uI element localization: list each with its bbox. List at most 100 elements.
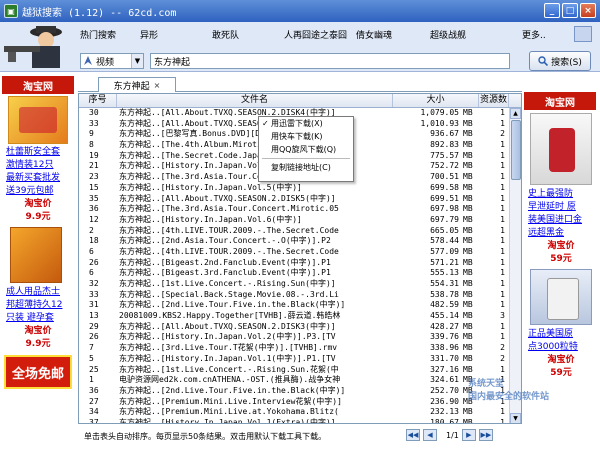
ad-link[interactable]: 远超黑金 [524,227,598,240]
row-size-unit: MB [463,246,473,256]
nav-item-5[interactable]: 超级战舰 [430,28,490,41]
row-source-count: 1 [500,193,505,203]
table-row[interactable]: 31 东方神起..[2nd.Live.Tour.Five.in.the.Black… [79,300,521,311]
row-size-unit: MB [463,108,473,117]
table-row[interactable]: 26 东方神起..[History.In.Japan.Vol.2(中字)].P3.… [79,332,521,343]
column-header-index[interactable]: 序号 [79,94,117,107]
nav-item-4[interactable]: 倩女幽魂 [356,28,430,41]
table-row[interactable]: 7 东方神起..[3rd.Live.Tour.T花絮(中字)].[TVHB].rm… [79,343,521,354]
row-index: 32 [89,279,99,288]
menu-item-flashget-download[interactable]: 用快车下载(K) [259,130,353,143]
search-button[interactable]: 搜索(S) [529,51,591,71]
scroll-thumb[interactable] [511,120,521,180]
scroll-up-icon[interactable]: ▲ [510,108,521,119]
table-row[interactable]: 36 东方神起..[The.3rd.Asia.Tour.Concert.Mirot… [79,204,521,215]
row-source-count: 1 [500,364,505,374]
tab-label: 东方神起 [113,81,150,92]
chevron-down-icon[interactable]: ▼ [131,54,143,68]
ad-link[interactable]: 成人用品杰士 [2,286,74,299]
row-size-unit: MB [463,268,473,278]
ad-image[interactable] [530,269,592,325]
search-input[interactable] [150,53,510,69]
row-filename: 东方神起..[History.In.Japan.Vol.6(中字)] [119,214,302,224]
row-filename: 东方神起..[2nd.Live.Tour.Five.in.the.Black(中… [119,300,346,310]
ad-link[interactable]: 点3000粒特 [524,341,598,354]
row-size-unit: MB [463,193,473,203]
row-source-count: 2 [500,353,505,363]
row-size: 892.83 [430,140,459,150]
row-filename: 东方神起..[History.In.Japan.Vol.1(Extra)(中字)… [119,417,336,424]
prev-page-icon[interactable]: ◀ [423,429,437,441]
nav-item-1[interactable]: 异形 [140,28,212,41]
column-header-filename[interactable]: 文件名 [117,94,393,107]
nav-item-2[interactable]: 敢死队 [212,28,284,41]
row-size: 697.98 [430,204,459,214]
ad-link[interactable]: 早泄延时 原 [524,201,598,214]
table-row[interactable]: 13 20081009.KBS2.Happy.Together[TVHB].薛云道… [79,311,521,322]
ad-link[interactable]: 正品美国原 [524,328,598,341]
ad-link[interactable]: 杜蕾斯安全套 [2,146,74,159]
table-row[interactable]: 5 东方神起..[History.In.Japan.Vol.1(中字)].P1.[… [79,354,521,365]
ad-image[interactable] [530,113,592,185]
menu-item-thunder-download[interactable]: ✓ 用迅雷下载(X) [259,117,353,130]
row-size-unit: MB [463,214,473,224]
more-link[interactable]: 更多.. [522,28,546,41]
table-row[interactable]: 37 东方神起..[History.In.Japan.Vol.1(Extra)(中… [79,417,521,424]
table-row[interactable]: 29 东方神起..[All.About.TVXQ.SEASON.2.DISK3(中… [79,322,521,333]
minimize-button[interactable]: _ [544,3,560,18]
row-size-unit: MB [463,364,473,374]
row-index: 2 [89,225,94,235]
ad-link[interactable]: 激情装12只 [2,159,74,172]
table-row[interactable]: 15 东方神起..[History.In.Japan.Vol.5(中字)] 699.… [79,183,521,194]
taobao-logo[interactable]: 淘宝网 [2,76,74,94]
row-size-unit: MB [463,150,473,160]
nav-hot-search[interactable]: 热门搜索 [80,28,140,41]
table-row[interactable]: 1 电驴资源网ed2k.com.cnATHENA.-OST.(推具酶).战争女神 3… [79,375,521,386]
category-select[interactable]: 视频 ▼ [80,53,144,69]
left-ad-panel: 淘宝网 杜蕾斯安全套 激情装12只 最新买套批发 送39元包邮 淘宝价 9.9元… [2,76,74,446]
picture-icon[interactable] [574,26,592,42]
table-row[interactable]: 33 东方神起..[Special.Back.Stage.Movie.08.-.3… [79,290,521,301]
ad-image[interactable] [10,227,62,283]
taobao-logo[interactable]: 淘宝网 [524,92,596,110]
ad-link[interactable]: 最新买套批发 [2,172,74,185]
row-size-unit: MB [463,140,473,150]
nav-item-3[interactable]: 人再囧途之泰囧 [284,28,356,41]
ad-link[interactable]: 只装 避孕套 [2,312,74,325]
free-shipping-banner[interactable]: 全场免邮 [4,355,72,389]
menu-item-copy-link[interactable]: 复制链接地址(C) [259,161,353,174]
menu-item-qq-download[interactable]: 用QQ旋风下载(Q) [259,143,353,156]
ad-link[interactable]: 史上最强防 [524,188,598,201]
column-header-size[interactable]: 大小 [393,94,479,107]
table-row[interactable]: 32 东方神起..[1st.Live.Concert.-.Rising.Sun(中… [79,279,521,290]
row-size: 324.61 [430,375,459,385]
close-button[interactable]: × [580,3,596,18]
maximize-button[interactable]: □ [562,3,578,18]
table-row[interactable]: 6 东方神起..[Bigeast.3rd.Fanclub.Event(中字)].P… [79,268,521,279]
ad-link[interactable]: 装美国进口金 [524,214,598,227]
table-row[interactable]: 27 东方神起..[Premium.Mini.Live.Interview花絮(中… [79,397,521,408]
ad-price: 9.9元 [25,339,51,349]
table-row[interactable]: 2 东方神起..[4th.LIVE.TOUR.2009.-.The.Secret.… [79,226,521,237]
ad-link[interactable]: 邦超薄持久12 [2,299,74,312]
ad-image[interactable] [8,96,68,144]
row-size-unit: MB [463,321,473,331]
table-row[interactable]: 25 东方神起..[1st.Live.Concert.-.Rising.Sun.花… [79,365,521,376]
tab-search-result[interactable]: 东方神起 × [98,77,176,92]
table-row[interactable]: 34 东方神起..[Premium.Mini.Live.at.Yokohama.B… [79,407,521,418]
table-row[interactable]: 35 东方神起..[All.About.TVXQ.SEASON.2.DISK5(中… [79,194,521,205]
first-page-icon[interactable]: ◀◀ [406,429,420,441]
table-row[interactable]: 6 东方神起..[4th.LIVE.TOUR.2009.-.The.Secret.… [79,247,521,258]
row-filename: 东方神起..[Bigeast.2nd.Fanclub.Event(中字)].P1 [119,257,331,267]
table-row[interactable]: 26 东方神起..[Bigeast.2nd.Fanclub.Event(中字)].… [79,258,521,269]
row-size-unit: MB [463,279,473,288]
ad-link[interactable]: 送39元包邮 [2,185,74,198]
close-icon[interactable]: × [154,81,161,90]
row-size: 577.09 [430,246,459,256]
column-header-sources[interactable]: 资源数 [479,94,509,107]
table-row[interactable]: 18 东方神起..[2nd.Asia.Tour.Concert.-.O(中字)].… [79,236,521,247]
watermark: 系统天堂 国内最安全的软件站 [468,376,598,436]
table-row[interactable]: 36 东方神起..[2nd.Live.Tour.Five.in.the.Black… [79,386,521,397]
row-size-unit: MB [463,118,473,128]
table-row[interactable]: 12 东方神起..[History.In.Japan.Vol.6(中字)] 697.… [79,215,521,226]
